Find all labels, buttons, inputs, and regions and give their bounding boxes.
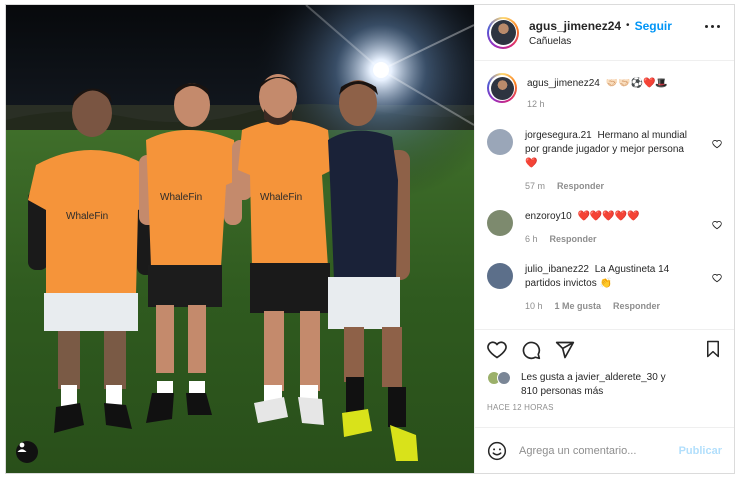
comment-like-icon[interactable] <box>712 220 722 230</box>
comment-emoji: ❤️❤️❤️❤️❤️ <box>577 211 640 222</box>
comment-like-icon[interactable] <box>712 273 722 283</box>
reply-button[interactable]: Responder <box>613 299 660 313</box>
comment-username[interactable]: jorgesegura.21 <box>525 130 592 141</box>
likes-user[interactable]: javier_alderete_30 <box>576 372 658 383</box>
comment-avatar[interactable] <box>487 129 513 155</box>
comment-item: jorgesegura.21 Hermano al mundial por gr… <box>487 129 722 193</box>
caption-avatar[interactable] <box>487 73 517 103</box>
reply-button[interactable]: Responder <box>557 179 604 193</box>
likes-avatars[interactable] <box>487 371 515 385</box>
photo-scene: WhaleFin WhaleFin WhaleFin <box>6 5 474 473</box>
more-options-icon[interactable] <box>705 25 720 28</box>
follow-button[interactable]: Seguir <box>635 19 672 33</box>
heart-icon[interactable] <box>487 340 507 360</box>
svg-text:WhaleFin: WhaleFin <box>66 211 108 222</box>
likes-prefix: Les gusta a <box>521 372 573 383</box>
post-actions: Les gusta a javier_alderete_30 y 810 per… <box>475 329 734 427</box>
likes-and: y <box>660 372 666 383</box>
post-sidebar: agus_jimenez24 • Seguir Cañuelas agus_ji… <box>474 5 734 473</box>
comment-emoji: ❤️ <box>525 158 538 169</box>
likes-summary: Les gusta a javier_alderete_30 y 810 per… <box>487 371 722 399</box>
post-header: agus_jimenez24 • Seguir Cañuelas <box>475 5 734 61</box>
caption-age: 12 h <box>527 99 545 109</box>
svg-text:WhaleFin: WhaleFin <box>160 192 202 203</box>
comment-avatar[interactable] <box>487 210 513 236</box>
comment-username[interactable]: julio_ibanez22 <box>525 264 589 275</box>
comment-likes[interactable]: 1 Me gusta <box>555 299 602 313</box>
comment-avatar[interactable] <box>487 263 513 289</box>
likes-count[interactable]: 810 personas más <box>521 386 603 397</box>
comment-age: 10 h <box>525 301 543 311</box>
comment-age: 6 h <box>525 234 538 244</box>
comment-emoji: 👏 <box>599 278 612 289</box>
comment-username[interactable]: enzoroy10 <box>525 211 572 222</box>
post-time[interactable]: HACE 12 HORAS <box>487 403 722 412</box>
caption-text: 🤝🏻🤝🏻⚽❤️🎩 <box>605 78 668 89</box>
comment-like-icon[interactable] <box>712 139 722 149</box>
comment-input[interactable] <box>519 444 679 457</box>
comment-item: julio_ibanez22 La Agustineta 14 partidos… <box>487 263 722 313</box>
comment-item: enzoroy10 ❤️❤️❤️❤️❤️ 6 h Responder <box>487 210 722 246</box>
caption-username[interactable]: agus_jimenez24 <box>527 78 600 89</box>
bookmark-icon[interactable] <box>704 340 722 358</box>
emoji-smile-icon[interactable] <box>487 441 507 461</box>
comment-icon[interactable] <box>521 340 541 360</box>
post-username[interactable]: agus_jimenez24 <box>529 19 621 33</box>
post-dialog: WhaleFin WhaleFin WhaleFin agus_jimenez2… <box>5 4 735 474</box>
svg-text:WhaleFin: WhaleFin <box>260 192 302 203</box>
add-comment-bar: Publicar <box>475 427 734 473</box>
reply-button[interactable]: Responder <box>550 232 597 246</box>
avatar[interactable] <box>487 16 519 49</box>
publish-button[interactable]: Publicar <box>679 445 722 457</box>
user-tag-icon[interactable] <box>16 441 38 463</box>
share-icon[interactable] <box>555 340 575 360</box>
comment-age: 57 m <box>525 181 546 191</box>
post-photo[interactable]: WhaleFin WhaleFin WhaleFin <box>6 5 474 473</box>
post-location[interactable]: Cañuelas <box>529 36 672 47</box>
comments-list[interactable]: agus_jimenez24 🤝🏻🤝🏻⚽❤️🎩 12 h jorgesegura… <box>475 61 734 329</box>
caption: agus_jimenez24 🤝🏻🤝🏻⚽❤️🎩 12 h <box>487 73 722 111</box>
separator-dot: • <box>626 20 630 31</box>
